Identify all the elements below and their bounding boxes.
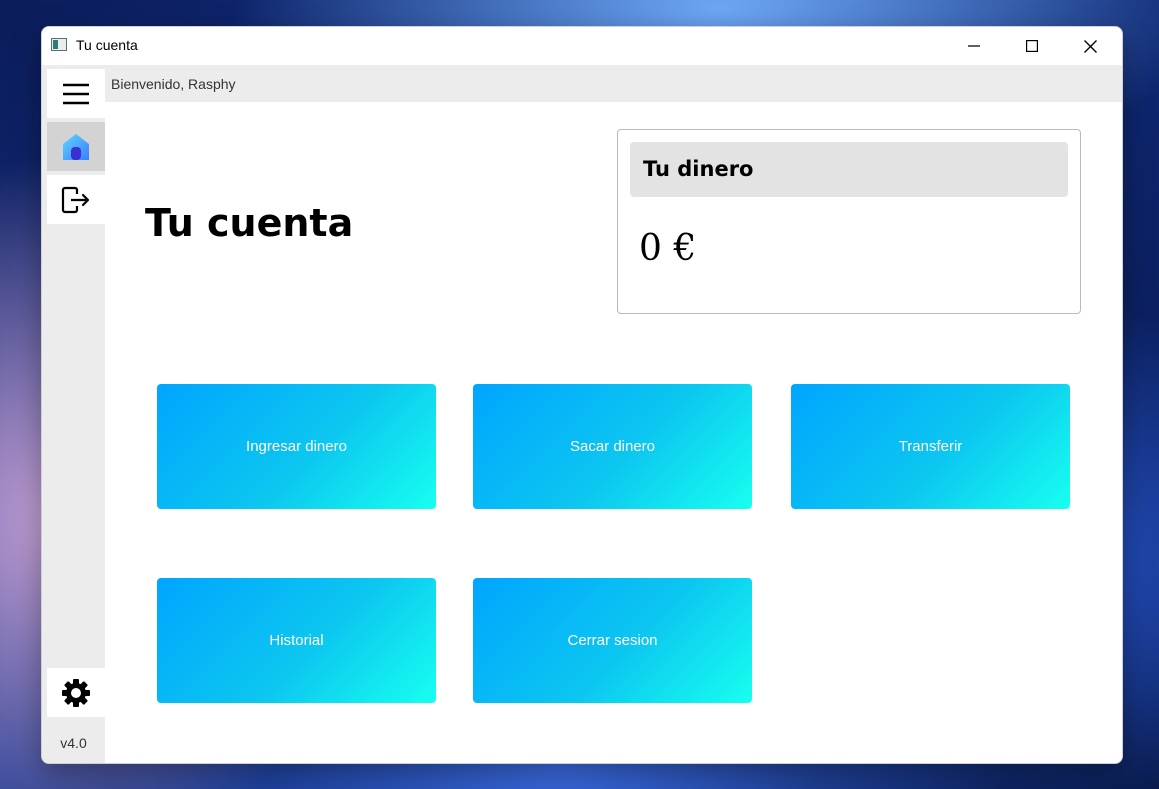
sidebar: v4.0 — [42, 65, 105, 763]
sidebar-menu-button[interactable] — [47, 69, 105, 118]
gear-icon — [62, 678, 90, 707]
settings-button[interactable] — [47, 668, 105, 717]
history-button[interactable]: Historial — [157, 578, 436, 703]
transfer-button[interactable]: Transferir — [791, 384, 1070, 509]
maximize-icon — [1026, 40, 1038, 52]
logout-icon — [61, 186, 90, 213]
minimize-button[interactable] — [945, 27, 1003, 65]
minimize-icon — [968, 45, 980, 47]
balance-amount: 0 € — [639, 228, 697, 269]
balance-card: Tu dinero 0 € — [617, 129, 1081, 314]
logout-button[interactable]: Cerrar sesion — [473, 578, 752, 703]
withdraw-button[interactable]: Sacar dinero — [473, 384, 752, 509]
sidebar-item-logout[interactable] — [47, 175, 105, 224]
balance-card-title: Tu dinero — [643, 157, 754, 181]
app-window: Tu cuenta v4.0 Bienvenido, Rasphy Tu cue… — [41, 26, 1123, 764]
page-title: Tu cuenta — [145, 201, 354, 245]
menu-icon — [63, 83, 89, 104]
version-label: v4.0 — [60, 735, 87, 751]
window-title: Tu cuenta — [76, 37, 138, 53]
balance-card-header: Tu dinero — [630, 142, 1068, 197]
close-icon — [1083, 39, 1097, 53]
home-icon — [63, 133, 89, 160]
deposit-button[interactable]: Ingresar dinero — [157, 384, 436, 509]
maximize-button[interactable] — [1003, 27, 1061, 65]
title-bar[interactable]: Tu cuenta — [42, 27, 1122, 65]
close-button[interactable] — [1061, 27, 1119, 65]
app-icon — [51, 38, 67, 51]
sidebar-item-home[interactable] — [47, 122, 105, 171]
welcome-bar: Bienvenido, Rasphy — [105, 65, 1122, 102]
welcome-text: Bienvenido, Rasphy — [111, 76, 236, 92]
